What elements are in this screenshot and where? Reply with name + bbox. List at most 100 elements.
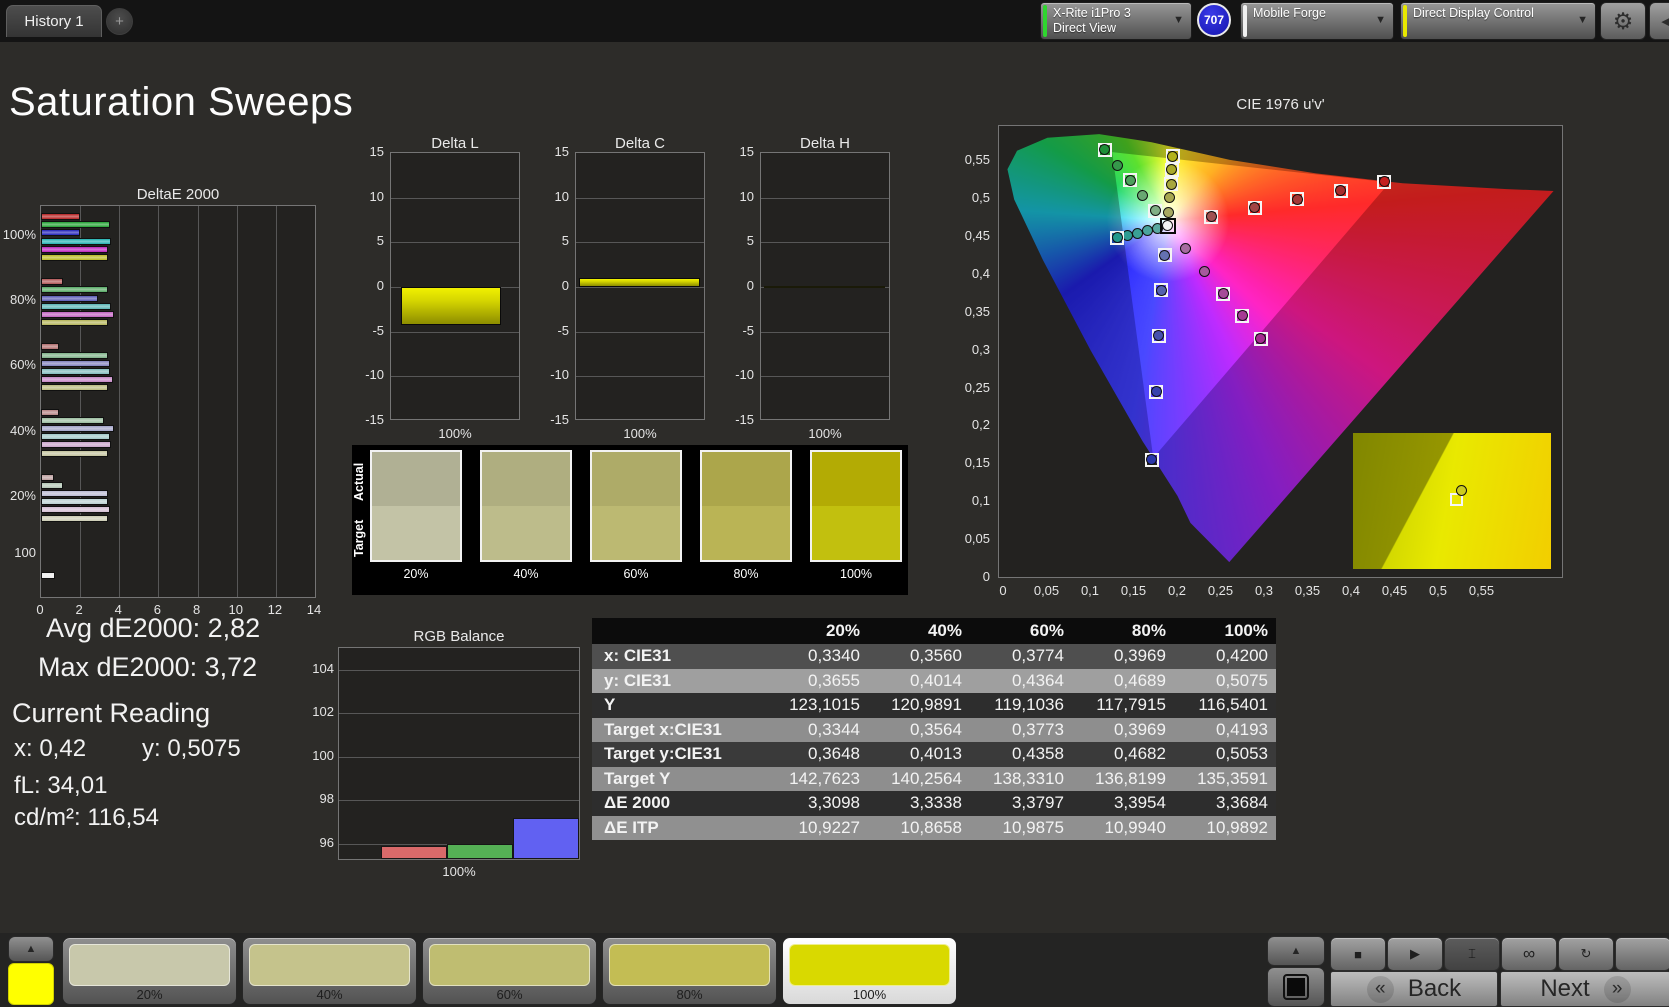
row-value: 0,4689 [1072, 669, 1174, 694]
swatch-target [702, 506, 790, 560]
y-tick-label: -15 [539, 412, 569, 427]
level-button-100%[interactable]: 100% [782, 937, 957, 1005]
reading-cdm2: cd/m²: 116,54 [14, 804, 159, 832]
meter-name: X-Rite i1Pro 3 [1053, 6, 1131, 20]
pattern-window-button[interactable] [1267, 967, 1325, 1007]
swatch-actual [812, 452, 900, 506]
stop-button[interactable]: ■ [1330, 937, 1386, 971]
workflow-name: Direct Display Control [1413, 6, 1534, 20]
table-header-cell: 100% [1174, 618, 1276, 644]
deltae-bar-100%-1 [41, 221, 110, 228]
back-button[interactable]: « Back [1330, 971, 1498, 1007]
workflow-dropdown[interactable]: Direct Display Control ▼ [1400, 2, 1596, 40]
deltae-bar-100-0 [41, 572, 55, 579]
deltae-bar-20%-0 [41, 474, 54, 481]
cie-y-tick: 0,45 [938, 228, 990, 243]
group-label: 20% [0, 488, 36, 503]
table-header-cell: 20% [766, 618, 868, 644]
mini-x-label: 100% [760, 426, 890, 441]
swatch-target [592, 506, 680, 560]
cie-y-tick: 0,05 [938, 531, 990, 546]
y-tick-label: -10 [539, 367, 569, 382]
level-button-40%[interactable]: 40% [242, 937, 417, 1005]
rgb-balance-x-label: 100% [338, 864, 580, 879]
cie-measured-circle-green [1137, 190, 1148, 201]
swatch-label: 40% [480, 567, 572, 581]
y-tick-label: -15 [354, 412, 384, 427]
row-value: 0,3969 [1072, 644, 1174, 669]
next-button[interactable]: Next » [1500, 971, 1669, 1007]
row-label: Y [592, 693, 766, 718]
table-row: Target y:CIE310,36480,40130,43580,46820,… [592, 742, 1276, 767]
level-label: 40% [243, 987, 416, 1002]
cie-y-tick: 0,15 [938, 455, 990, 470]
meter-count-badge[interactable]: 707 [1197, 3, 1231, 37]
meter-dropdown[interactable]: X-Rite i1Pro 3 Direct View ▼ [1040, 2, 1192, 40]
tab-label: History 1 [24, 13, 83, 30]
deltae-bar-100%-0 [41, 213, 80, 220]
deltae-bar-60%-1 [41, 352, 108, 359]
target-row-label: Target [352, 539, 366, 557]
deltae-bar-40%-0 [41, 409, 59, 416]
level-button-60%[interactable]: 60% [422, 937, 597, 1005]
cie-x-tick: 0,25 [1201, 583, 1241, 598]
group-label: 100% [0, 227, 36, 242]
gear-icon: ⚙ [1613, 8, 1634, 35]
refresh-button[interactable]: ↻ [1558, 937, 1614, 971]
level-swatch [789, 944, 950, 986]
row-value: 142,7623 [766, 767, 868, 792]
gridline [158, 206, 159, 597]
table-row: y: CIE310,36550,40140,43640,46890,5075 [592, 669, 1276, 694]
actual-row-label: Actual [352, 483, 366, 501]
cie-x-tick: 0,5 [1418, 583, 1458, 598]
source-dropdown[interactable]: Mobile Forge ▼ [1240, 2, 1394, 40]
deltae-bar-60%-0 [41, 343, 59, 350]
play-button[interactable]: ▶ [1387, 937, 1443, 971]
y-tick-label: 10 [539, 189, 569, 204]
pattern-panel-expand-button[interactable]: ▲ [8, 936, 54, 962]
swatch-actual [592, 452, 680, 506]
cie-measured-circle-yellow [1166, 179, 1177, 190]
rgb-balance-title: RGB Balance [338, 628, 580, 645]
group-label: 80% [0, 292, 36, 307]
row-value: 0,3655 [766, 669, 868, 694]
extra-button[interactable] [1615, 937, 1669, 971]
y-tick-label: -5 [724, 323, 754, 338]
level-button-20%[interactable]: 20% [62, 937, 237, 1005]
table-header-cell: 60% [970, 618, 1072, 644]
y-tick-label: 0 [354, 278, 384, 293]
mini-x-label: 100% [390, 426, 520, 441]
swatch-label: 60% [590, 567, 682, 581]
row-value: 3,3954 [1072, 791, 1174, 816]
transport-panel-expand-button[interactable]: ▲ [1267, 936, 1325, 966]
level-swatch [249, 944, 410, 986]
deltae-bar-20%-4 [41, 506, 110, 513]
cie-y-tick: 0,5 [938, 190, 990, 205]
chevron-down-icon: ▼ [1577, 14, 1588, 26]
single-measure-button[interactable]: ⌶ [1444, 937, 1500, 971]
y-tick-label: 0 [539, 278, 569, 293]
current-reading-heading: Current Reading [12, 698, 210, 729]
settings-button[interactable]: ⚙ [1600, 2, 1646, 40]
collapse-panel-button[interactable]: ◀ [1649, 2, 1669, 40]
swatch-80% [700, 450, 792, 562]
tab-history-1[interactable]: History 1 [6, 5, 102, 37]
row-value: 0,3344 [766, 718, 868, 743]
level-button-80%[interactable]: 80% [602, 937, 777, 1005]
cie-x-tick: 0,2 [1157, 583, 1197, 598]
deltae-bar-80%-0 [41, 278, 63, 285]
rgb-bar-blue [513, 818, 579, 859]
row-value: 0,3648 [766, 742, 868, 767]
mini-x-label: 100% [575, 426, 705, 441]
row-value: 0,3560 [868, 644, 970, 669]
deltae-bar-100%-4 [41, 246, 108, 253]
chevron-down-icon: ▼ [1375, 14, 1386, 26]
current-patch-swatch[interactable] [8, 963, 54, 1005]
continuous-icon: ∞ [1523, 944, 1535, 964]
cie-measured-circle-green [1125, 175, 1136, 186]
add-tab-button[interactable]: + [106, 8, 133, 35]
row-label: ΔE ITP [592, 816, 766, 841]
rgb-balance-chart [338, 647, 580, 860]
continuous-button[interactable]: ∞ [1501, 937, 1557, 971]
deltae-bar-20%-2 [41, 490, 108, 497]
